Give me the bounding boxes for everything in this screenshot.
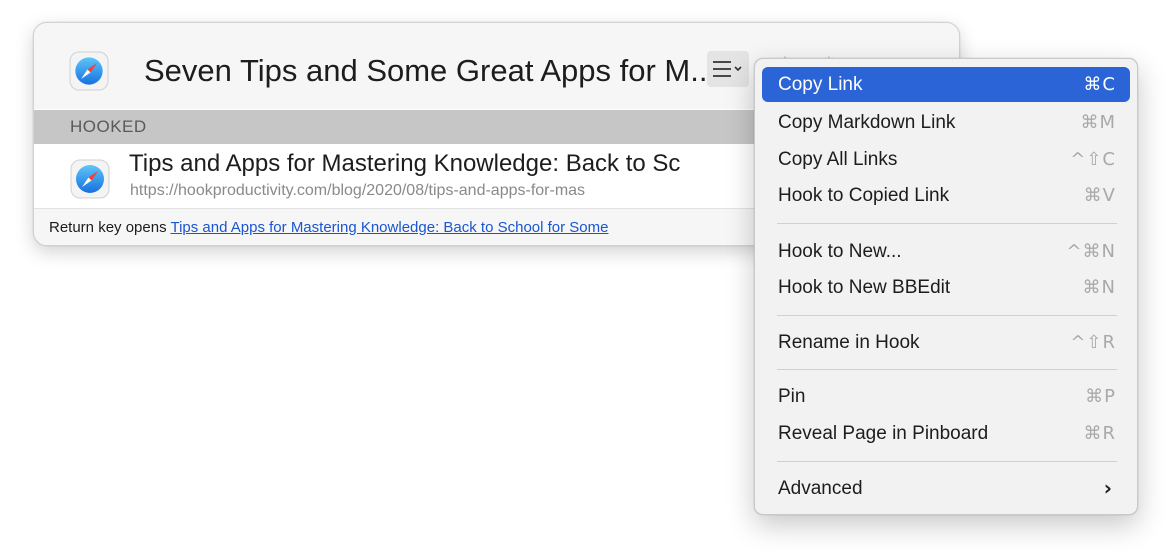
menu-item-label: Reveal Page in Pinboard bbox=[778, 423, 989, 444]
menu-item-label: Copy Link bbox=[778, 74, 863, 95]
safari-compass-icon bbox=[69, 51, 109, 91]
menu-item-copy-markdown-link[interactable]: Copy Markdown Link ⌘M bbox=[762, 105, 1130, 140]
footer-prefix: Return key opens bbox=[49, 219, 171, 236]
safari-compass-icon bbox=[70, 159, 110, 199]
section-label: HOOKED bbox=[70, 117, 147, 136]
menu-item-label: Rename in Hook bbox=[778, 332, 920, 353]
menu-item-shortcut: ^⇧C bbox=[1070, 149, 1116, 170]
menu-item-label: Copy All Links bbox=[778, 149, 898, 170]
menu-item-shortcut: ⌘C bbox=[1083, 74, 1116, 95]
menu-item-hook-to-new-bbedit[interactable]: Hook to New BBEdit ⌘N bbox=[762, 270, 1130, 305]
list-menu-icon bbox=[713, 61, 742, 77]
menu-item-label: Pin bbox=[778, 386, 806, 407]
menu-separator bbox=[777, 369, 1117, 370]
menu-item-shortcut: ⌘N bbox=[1082, 277, 1116, 298]
menu-item-rename-in-hook[interactable]: Rename in Hook ^⇧R bbox=[762, 325, 1130, 360]
menu-item-label: Hook to New BBEdit bbox=[778, 277, 951, 298]
item-title: Tips and Apps for Mastering Knowledge: B… bbox=[129, 150, 681, 177]
footer-link[interactable]: Tips and Apps for Mastering Knowledge: B… bbox=[170, 219, 608, 236]
chevron-right-icon: › bbox=[1103, 476, 1112, 500]
menu-separator bbox=[777, 461, 1117, 462]
page-title: Seven Tips and Some Great Apps for M... bbox=[144, 53, 717, 88]
menu-item-label: Copy Markdown Link bbox=[778, 112, 956, 133]
menu-item-pin[interactable]: Pin ⌘P bbox=[762, 379, 1130, 414]
footer-text: Return key opens Tips and Apps for Maste… bbox=[49, 219, 608, 236]
menu-item-shortcut: ⌘R bbox=[1083, 423, 1116, 444]
menu-separator bbox=[777, 223, 1117, 224]
menu-item-shortcut: ⌘M bbox=[1080, 112, 1116, 133]
list-menu-button[interactable] bbox=[707, 51, 749, 87]
menu-item-shortcut: ⌘P bbox=[1085, 386, 1116, 407]
context-menu: Copy Link ⌘C Copy Markdown Link ⌘M Copy … bbox=[754, 58, 1138, 515]
menu-item-label: Hook to New... bbox=[778, 241, 902, 262]
menu-item-label: Hook to Copied Link bbox=[778, 185, 950, 206]
menu-item-shortcut: ⌘V bbox=[1083, 185, 1116, 206]
menu-item-copy-link[interactable]: Copy Link ⌘C bbox=[762, 67, 1130, 102]
item-url: https://hookproductivity.com/blog/2020/0… bbox=[130, 182, 586, 199]
menu-item-reveal-in-pinboard[interactable]: Reveal Page in Pinboard ⌘R bbox=[762, 416, 1130, 451]
menu-separator bbox=[777, 315, 1117, 316]
menu-item-label: Advanced bbox=[778, 478, 863, 499]
menu-item-hook-to-copied-link[interactable]: Hook to Copied Link ⌘V bbox=[762, 178, 1130, 213]
menu-item-hook-to-new[interactable]: Hook to New... ^⌘N bbox=[762, 234, 1130, 269]
menu-item-copy-all-links[interactable]: Copy All Links ^⇧C bbox=[762, 142, 1130, 177]
menu-item-advanced[interactable]: Advanced › bbox=[762, 471, 1130, 506]
menu-item-shortcut: ^⌘N bbox=[1066, 241, 1116, 262]
menu-item-shortcut: ^⇧R bbox=[1070, 332, 1116, 353]
